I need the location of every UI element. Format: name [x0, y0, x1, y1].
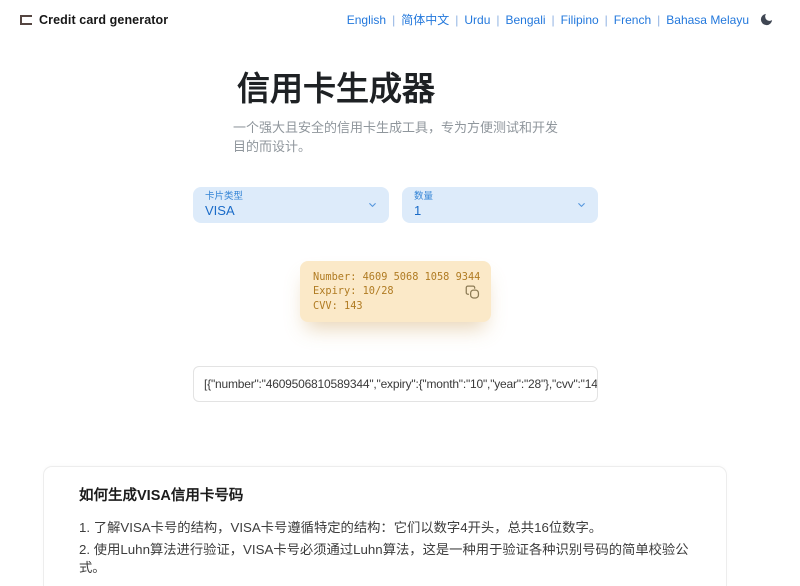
card-type-label: 卡片类型 [205, 190, 244, 202]
language-item: English | [347, 13, 401, 27]
card-type-value: VISA [205, 202, 235, 218]
language-separator: | [551, 12, 555, 27]
language-separator: | [496, 12, 500, 27]
moon-icon [760, 13, 773, 26]
card-field: CVV: 143 [313, 299, 363, 312]
language-separator: | [604, 12, 608, 27]
generated-card-row: Number: 4609 5068 1058 9344 Expiry: 10/28… [193, 260, 598, 323]
copy-icon [465, 285, 480, 299]
language-separator: | [392, 12, 396, 27]
json-output: [{"number":"4609506810589344","expiry":{… [193, 366, 598, 403]
chevron-down-icon [367, 199, 378, 210]
card-field: Number: 4609 5068 1058 9344 [313, 270, 481, 283]
page-title: 信用卡生成器 [237, 70, 435, 107]
language-item: Bengali | [506, 13, 561, 27]
quantity-label: 数量 [414, 190, 434, 202]
guide-step: 2. 使用Luhn算法进行验证，VISA卡号必须通过Luhn算法，这是一种用于验… [79, 542, 689, 576]
main-content: 信用卡生成器 一个强大且安全的信用卡生成工具，专为方便测试和开发目的而设计。 卡… [193, 70, 598, 403]
header: Credit card generator English | 简体中文 | U… [0, 0, 800, 30]
language-separator: | [455, 12, 459, 27]
language-link[interactable]: Filipino [561, 13, 599, 27]
quantity-select[interactable]: 数量 1 [402, 186, 598, 223]
card-field: Expiry: 10/28 [313, 285, 394, 298]
language-item: Bahasa Melayu | [666, 13, 749, 27]
generated-card: Number: 4609 5068 1058 9344 Expiry: 10/28… [300, 260, 491, 323]
language-link[interactable]: Bahasa Melayu [666, 13, 749, 27]
language-item: 简体中文 | [401, 11, 464, 28]
language-separator: | [657, 12, 661, 27]
quantity-value: 1 [414, 202, 422, 218]
guide-step: 1. 了解VISA卡号的结构，VISA卡号遵循特定的结构：它们以数字4开头，总共… [79, 520, 603, 536]
guide-title: 如何生成VISA信用卡号码 [79, 488, 244, 505]
language-link[interactable]: French [614, 13, 651, 27]
controls-row: 卡片类型 VISA 数量 1 [193, 186, 598, 223]
language-link[interactable]: 简体中文 [401, 11, 449, 28]
chevron-down-icon [576, 199, 587, 210]
language-item: Filipino | [561, 13, 614, 27]
credit-card-logo-icon [20, 15, 32, 25]
brand-title: Credit card generator [39, 12, 169, 27]
card-lines: Number: 4609 5068 1058 9344 Expiry: 10/28… [313, 270, 481, 314]
guide-card: 如何生成VISA信用卡号码 1. 了解VISA卡号的结构，VISA卡号遵循特定的… [43, 466, 727, 586]
language-list: English | 简体中文 | Urdu | Bengali | Filipi… [347, 11, 749, 28]
language-link[interactable]: English [347, 13, 386, 27]
dark-mode-toggle[interactable] [759, 12, 774, 27]
brand[interactable]: Credit card generator [20, 13, 168, 27]
language-item: French | [614, 13, 666, 27]
card-type-select[interactable]: 卡片类型 VISA [193, 186, 389, 223]
copy-button[interactable] [463, 282, 482, 301]
language-nav: English | 简体中文 | Urdu | Bengali | Filipi… [347, 11, 774, 28]
language-link[interactable]: Urdu [464, 13, 490, 27]
page-subtitle: 一个强大且安全的信用卡生成工具，专为方便测试和开发目的而设计。 [233, 119, 559, 155]
language-link[interactable]: Bengali [506, 13, 546, 27]
guide-steps: 1. 了解VISA卡号的结构，VISA卡号遵循特定的结构：它们以数字4开头，总共… [79, 519, 691, 577]
language-item: Urdu | [464, 13, 505, 27]
